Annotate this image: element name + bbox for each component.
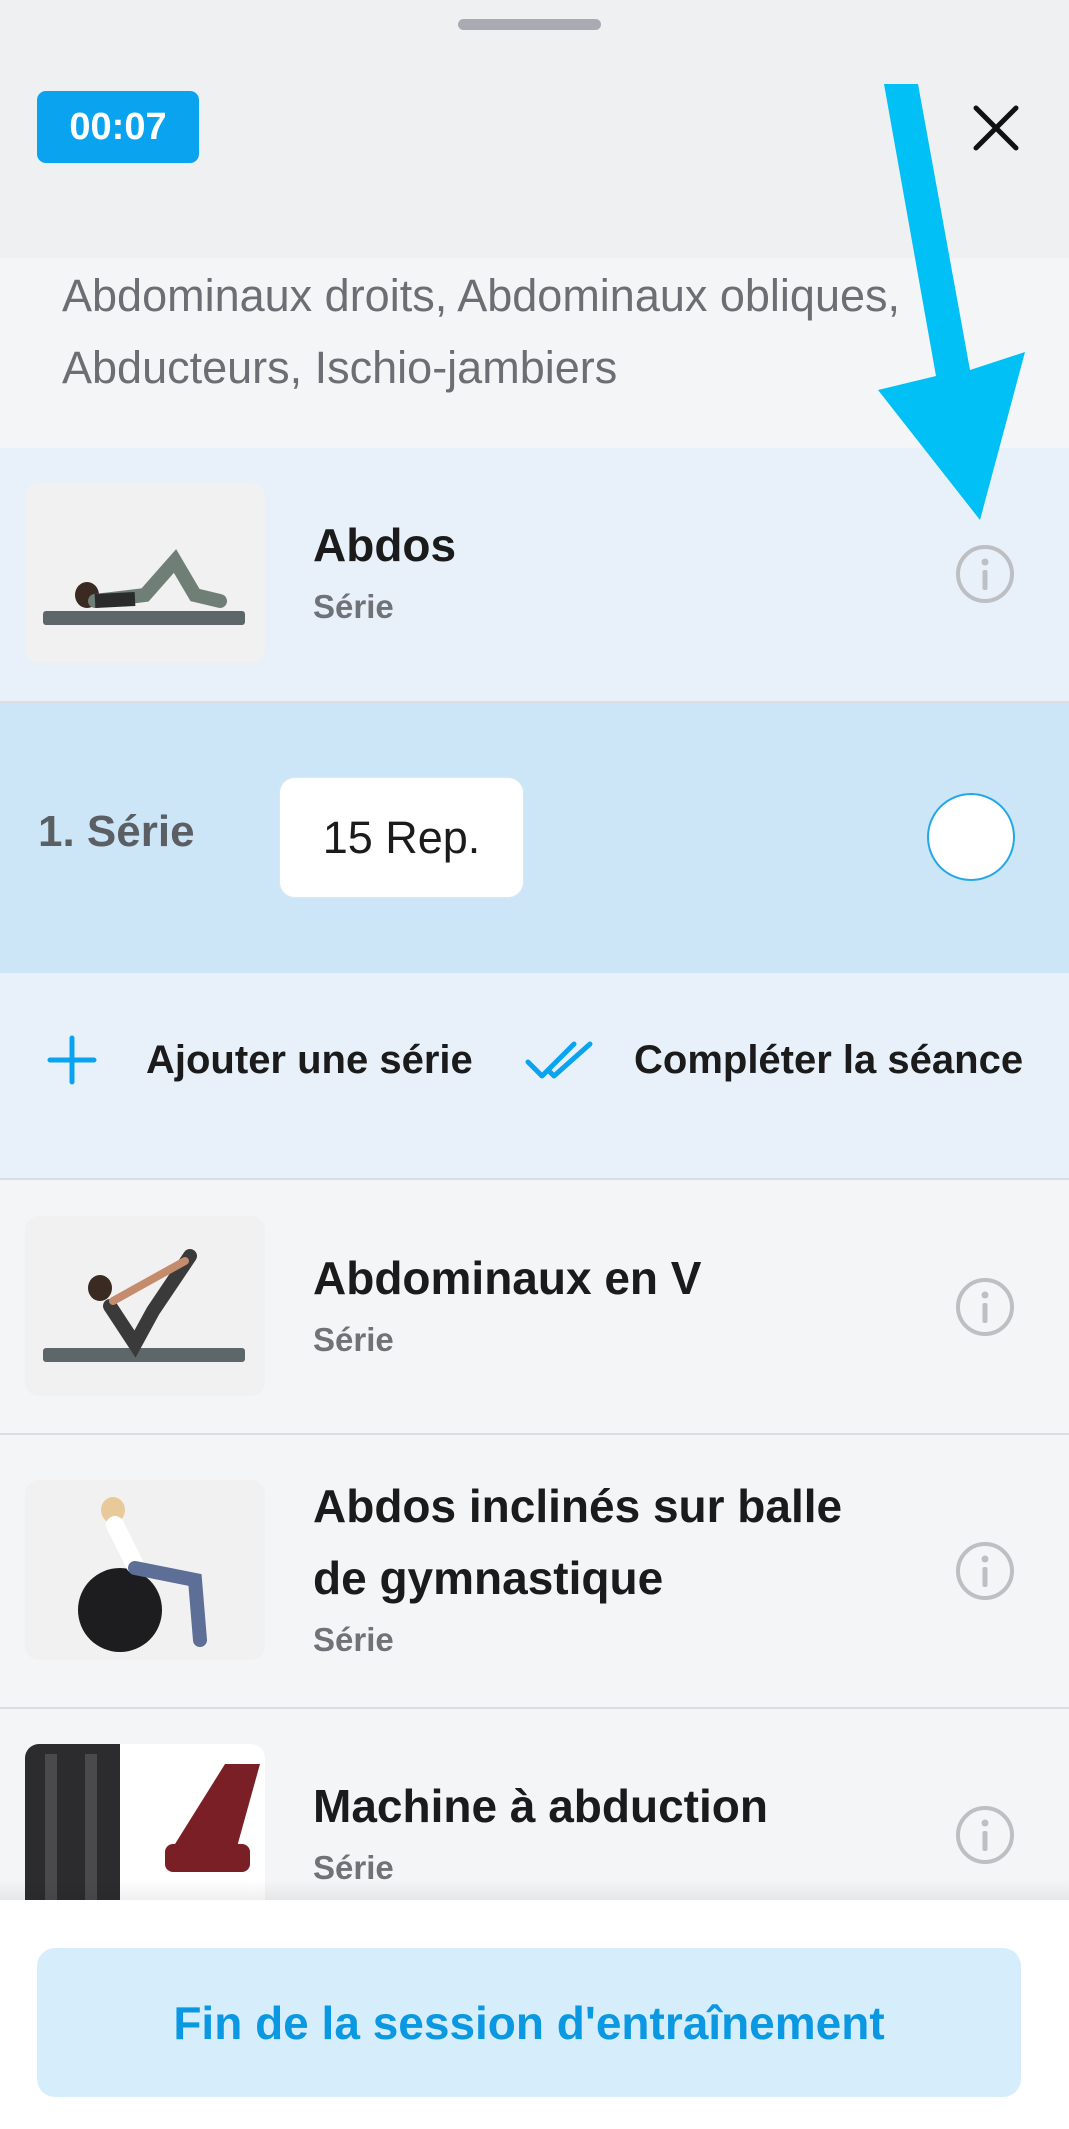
close-button[interactable] [968,100,1024,156]
info-icon [956,1806,1014,1864]
exercise-type: Série [313,588,394,625]
reps-input[interactable]: 15 Rep. [279,777,524,898]
exercise-thumbnail-abdos [25,483,265,663]
info-icon [956,545,1014,603]
end-workout-button[interactable]: Fin de la session d'entraînement [37,1948,1021,2097]
exercise-name: Abdos [313,519,457,571]
target-muscles-text: Abdominaux droits, Abdominaux obliques, … [62,270,901,393]
close-icon [973,105,1019,151]
complete-session-label: Compléter la séance [634,1037,1024,1082]
exercise-info-button[interactable] [955,1805,1015,1865]
exercise-name: Abdominaux en V [313,1252,702,1304]
sheet-drag-handle[interactable] [458,19,601,30]
exercise-type: Série [313,1321,394,1358]
add-set-label: Ajouter une série [146,1037,473,1082]
complete-session-button[interactable]: Compléter la séance [524,1030,1023,1090]
workout-timer: 00:07 [37,91,199,163]
exercise-info-button[interactable] [955,1277,1015,1337]
add-set-button[interactable]: Ajouter une série [44,1030,473,1090]
exercise-name: Abdos inclinés sur balle [313,1480,843,1532]
double-check-icon [525,1041,593,1079]
info-icon [956,1278,1014,1336]
set-complete-checkbox[interactable] [927,793,1015,881]
exercise-name-line2: de gymnastique [313,1552,664,1604]
scroll-fade [0,1880,1069,1900]
exercise-name: Machine à abduction [313,1780,768,1832]
exercise-type: Série [313,1621,394,1658]
exercise-thumbnail-v-abs [25,1216,265,1396]
exercise-thumbnail-ball-crunch [25,1480,265,1660]
plus-icon [47,1035,97,1085]
exercise-info-button[interactable] [955,1541,1015,1601]
info-icon [956,1542,1014,1600]
set-label: 1. Série [38,807,195,856]
exercise-info-button[interactable] [955,544,1015,604]
